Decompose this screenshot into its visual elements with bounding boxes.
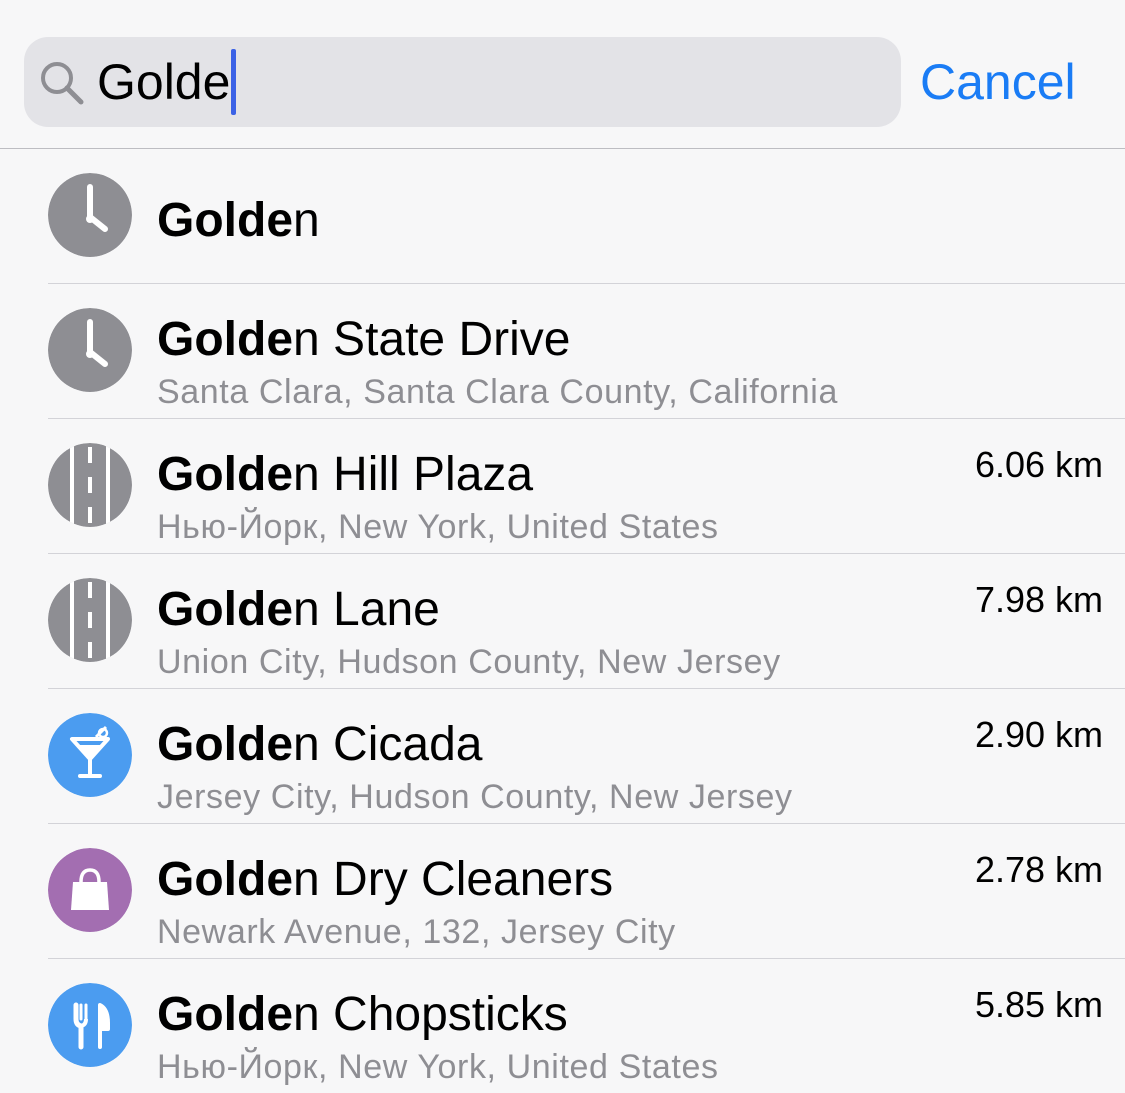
result-title-match: Golde xyxy=(157,988,294,1041)
shopping-bag-icon xyxy=(48,848,132,932)
result-title: Golden xyxy=(157,193,320,249)
road-icon xyxy=(48,578,132,662)
result-title-rest: n State Drive xyxy=(293,313,571,366)
result-subtitle: Santa Clara, Santa Clara County, Califor… xyxy=(157,373,838,411)
result-title-rest: n Lane xyxy=(293,583,440,636)
result-distance: 7.98 km xyxy=(974,579,1103,620)
result-row[interactable]: Golden State Drive Santa Clara, Santa Cl… xyxy=(48,284,1125,419)
search-icon xyxy=(38,59,86,107)
result-title-match: Golde xyxy=(157,583,294,636)
result-title-rest: n Cicada xyxy=(293,718,483,771)
result-title: Golden Lane xyxy=(157,582,440,638)
result-subtitle: Нью-Йорк, New York, United States xyxy=(157,508,719,546)
result-distance: 6.06 km xyxy=(974,444,1103,485)
result-row[interactable]: Golden Lane Union City, Hudson County, N… xyxy=(48,554,1125,689)
result-title: Golden Cicada xyxy=(157,717,482,773)
result-subtitle: Newark Avenue, 132, Jersey City xyxy=(157,913,676,951)
result-title: Golden Chopsticks xyxy=(157,987,568,1043)
result-row[interactable]: Golden Hill Plaza Нью-Йорк, New York, Un… xyxy=(48,419,1125,554)
search-bar: Golde Cancel xyxy=(0,0,1125,148)
results-list: Golden Golden State Drive Santa Clara, S… xyxy=(0,149,1125,1093)
result-subtitle: Нью-Йорк, New York, United States xyxy=(157,1048,719,1086)
search-input-value: Golde xyxy=(97,54,231,110)
search-input[interactable]: Golde xyxy=(97,49,237,115)
search-field[interactable]: Golde xyxy=(24,37,901,127)
result-title-rest: n Chopsticks xyxy=(293,988,568,1041)
result-title-rest: n Hill Plaza xyxy=(293,448,534,501)
result-subtitle: Jersey City, Hudson County, New Jersey xyxy=(157,778,793,816)
cancel-button[interactable]: Cancel xyxy=(920,52,1076,112)
result-title: Golden Hill Plaza xyxy=(157,447,533,503)
cocktail-icon xyxy=(48,713,132,797)
fork-knife-icon xyxy=(48,983,132,1067)
result-row[interactable]: Golden Cicada Jersey City, Hudson County… xyxy=(48,689,1125,824)
clock-icon xyxy=(48,173,132,257)
clock-icon xyxy=(48,308,132,392)
result-title-match: Golde xyxy=(157,853,294,906)
result-title-rest: n Dry Cleaners xyxy=(293,853,614,906)
text-caret xyxy=(231,49,237,115)
road-icon xyxy=(48,443,132,527)
result-title-match: Golde xyxy=(157,718,294,771)
result-row[interactable]: Golden xyxy=(48,149,1125,284)
result-row[interactable]: Golden Chopsticks Нью-Йорк, New York, Un… xyxy=(48,959,1125,1093)
result-subtitle: Union City, Hudson County, New Jersey xyxy=(157,643,781,681)
result-title: Golden Dry Cleaners xyxy=(157,852,613,908)
result-title-rest: n xyxy=(293,194,320,247)
result-row[interactable]: Golden Dry Cleaners Newark Avenue, 132, … xyxy=(48,824,1125,959)
result-title-match: Golde xyxy=(157,448,294,501)
result-title-match: Golde xyxy=(157,194,294,247)
result-title: Golden State Drive xyxy=(157,312,570,368)
result-distance: 2.90 km xyxy=(974,714,1103,755)
result-distance: 2.78 km xyxy=(974,849,1103,890)
result-title-match: Golde xyxy=(157,313,294,366)
result-distance: 5.85 km xyxy=(974,984,1103,1025)
